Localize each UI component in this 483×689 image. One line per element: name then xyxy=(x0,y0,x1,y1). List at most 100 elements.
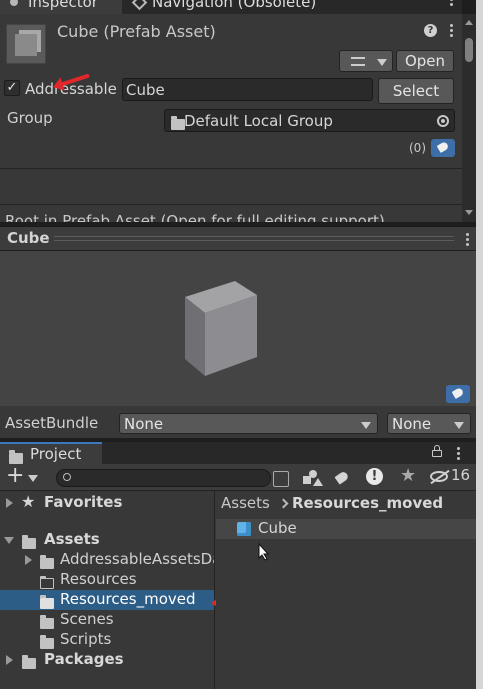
tree-item-label: Scripts xyxy=(60,630,112,648)
open-button[interactable]: Open xyxy=(396,50,454,72)
label-count: (0) xyxy=(409,141,426,155)
tab-project[interactable]: Project xyxy=(0,442,102,464)
right-edge-background xyxy=(476,0,483,689)
tree-item-packages[interactable]: Packages xyxy=(0,650,214,670)
address-field[interactable]: Cube xyxy=(122,78,373,101)
header-more-icon[interactable] xyxy=(450,24,454,43)
folder-icon xyxy=(22,655,36,669)
preview-header: Cube xyxy=(0,226,476,250)
cube-render xyxy=(185,281,257,376)
tab-more-dots[interactable] xyxy=(450,0,454,12)
root-notice-text: Root in Prefab Asset (Open for full edit… xyxy=(5,212,385,222)
tree-item-label: Packages xyxy=(44,650,124,668)
folder-empty-icon xyxy=(40,576,54,589)
tree-item-addressableassetsdata[interactable]: AddressableAssetsData xyxy=(0,550,214,570)
hidden-count: 16 xyxy=(451,466,471,484)
expand-arrow-icon[interactable] xyxy=(6,498,13,508)
inspector-header-title: Cube (Prefab Asset) xyxy=(57,22,216,41)
tree-item-scripts[interactable]: Scripts xyxy=(0,630,214,650)
select-button[interactable]: Select xyxy=(378,78,454,104)
filter-label-icon[interactable] xyxy=(334,470,350,485)
breadcrumb-current[interactable]: Resources_moved xyxy=(292,494,443,512)
inspector-tab-icon xyxy=(10,0,18,6)
chevron-down-icon xyxy=(361,422,371,429)
preview-labels-button[interactable] xyxy=(446,385,470,403)
divider xyxy=(0,204,462,205)
preview-more-icon[interactable] xyxy=(466,233,470,252)
tab-inspector[interactable]: Inspector xyxy=(0,0,122,14)
inspector-window: Inspector Navigation (Obsolete) Cube (Pr… xyxy=(0,0,476,222)
search-icon xyxy=(63,473,71,481)
inspector-tab-bar: Inspector Navigation (Obsolete) xyxy=(0,0,462,14)
tree-item-resources-moved[interactable]: Resources_moved xyxy=(0,590,214,610)
folder-tree: ★ Favorites Assets AddressableAssetsData… xyxy=(0,491,215,689)
folder-icon xyxy=(40,615,54,629)
group-label: Group xyxy=(7,109,53,127)
tab-inspector-label: Inspector xyxy=(28,0,98,11)
tree-item-scenes[interactable]: Scenes xyxy=(0,610,214,630)
tree-item-favorites[interactable]: ★ Favorites xyxy=(0,492,214,513)
folder-open-icon xyxy=(22,535,36,549)
project-window: Project + ! ★ 16 ★ Favorites Assets Addr… xyxy=(0,442,476,689)
assetbundle-variant-dropdown[interactable]: None xyxy=(387,413,471,434)
addressable-checkbox[interactable]: ✓ xyxy=(4,80,20,96)
prefab-thumbnail xyxy=(6,24,46,64)
tree-item-label: Resources xyxy=(60,570,137,588)
tab-navigation[interactable]: Navigation (Obsolete) xyxy=(124,0,324,14)
help-icon[interactable]: ? xyxy=(424,24,437,37)
scroll-up-arrow-icon[interactable] xyxy=(465,20,473,25)
root-notice-clip: Root in Prefab Asset (Open for full edit… xyxy=(0,212,462,222)
cube-preview xyxy=(185,281,275,376)
scroll-thumb[interactable] xyxy=(465,38,473,62)
object-picker-icon[interactable] xyxy=(437,115,449,127)
assetbundle-label: AssetBundle xyxy=(5,414,99,432)
assetbundle-value: None xyxy=(124,415,164,433)
assetbundle-dropdown[interactable]: None xyxy=(119,413,378,434)
navigation-icon xyxy=(131,0,148,11)
inspector-scrollbar[interactable] xyxy=(462,14,476,222)
scroll-down-arrow-icon[interactable] xyxy=(465,210,473,215)
group-field[interactable]: Default Local Group xyxy=(164,109,455,132)
breadcrumb: Assets Resources_moved xyxy=(216,491,476,515)
project-tab-bar: Project xyxy=(0,442,476,464)
favorite-star-icon[interactable]: ★ xyxy=(400,465,416,486)
tree-item-resources[interactable]: Resources xyxy=(0,570,214,590)
preview-area[interactable] xyxy=(0,251,476,406)
cube-thumbnail-icon xyxy=(15,34,37,56)
lock-icon[interactable] xyxy=(432,445,442,457)
hidden-eye-icon[interactable] xyxy=(430,469,450,485)
breadcrumb-separator-icon xyxy=(278,498,289,509)
preview-title: Cube xyxy=(7,229,50,247)
list-icon xyxy=(351,57,365,66)
expand-arrow-icon[interactable] xyxy=(25,555,32,565)
expand-arrow-icon[interactable] xyxy=(6,655,13,665)
tree-item-assets[interactable]: Assets xyxy=(0,530,214,550)
labels-button[interactable] xyxy=(431,139,455,157)
tab-project-label: Project xyxy=(30,445,82,463)
mouse-cursor xyxy=(258,543,270,561)
create-button[interactable]: + xyxy=(4,463,42,488)
preview-drag-handle[interactable] xyxy=(54,236,454,241)
file-item-cube[interactable]: Cube xyxy=(216,519,476,539)
folder-icon xyxy=(40,635,54,649)
folder-icon xyxy=(171,116,185,130)
log-warning-icon[interactable]: ! xyxy=(366,468,383,485)
divider xyxy=(0,168,462,169)
project-toolbar: + ! ★ 16 xyxy=(0,463,476,491)
tree-item-label: Scenes xyxy=(60,610,114,628)
tag-icon xyxy=(451,387,465,399)
assetbundle-variant-value: None xyxy=(392,415,432,433)
filter-type-icon[interactable] xyxy=(303,469,323,487)
search-input[interactable] xyxy=(56,469,271,487)
address-value: Cube xyxy=(126,81,165,99)
breadcrumb-root[interactable]: Assets xyxy=(221,494,270,512)
tag-icon xyxy=(436,141,450,153)
file-item-label: Cube xyxy=(258,519,297,537)
chevron-down-icon xyxy=(454,422,464,429)
search-by-type-icon[interactable] xyxy=(273,471,289,487)
overrides-dropdown[interactable] xyxy=(339,50,393,72)
tab-navigation-label: Navigation (Obsolete) xyxy=(152,0,317,11)
assetbundle-row: AssetBundle None None xyxy=(0,406,476,438)
tree-item-label: Assets xyxy=(44,530,100,548)
collapse-arrow-icon[interactable] xyxy=(4,537,14,544)
